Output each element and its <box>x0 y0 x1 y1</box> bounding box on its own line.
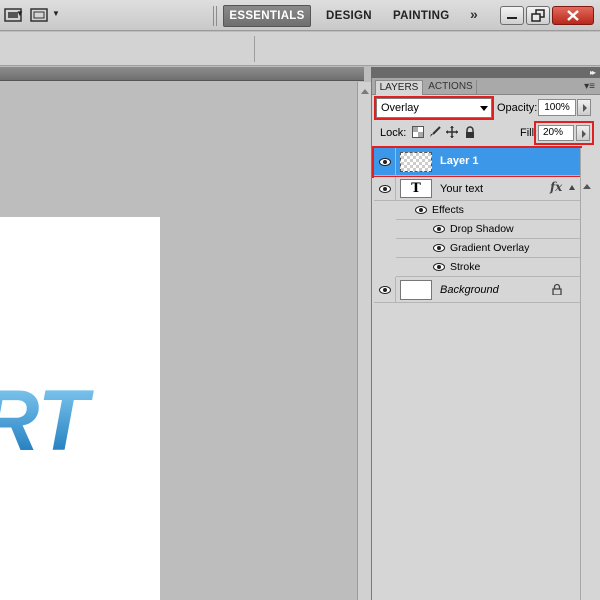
eye-icon[interactable] <box>433 225 445 233</box>
visibility-toggle[interactable] <box>374 148 396 175</box>
opacity-label: Opacity: <box>497 102 538 114</box>
layer-thumbnail[interactable] <box>400 280 432 300</box>
opacity-slider-button[interactable] <box>577 99 591 116</box>
collapse-effects-arrow-icon[interactable] <box>569 185 575 190</box>
lock-image-pixels-icon[interactable] <box>429 126 441 138</box>
minimize-button[interactable] <box>500 6 524 25</box>
layer-name[interactable]: Background <box>440 284 499 296</box>
layer-thumbnail[interactable] <box>400 152 432 172</box>
effects-label: Effects <box>432 204 464 216</box>
panel-menu-icon[interactable]: ▾≡ <box>584 81 595 92</box>
canvas-vertical-scrollbar[interactable] <box>357 82 371 600</box>
close-icon <box>567 10 579 21</box>
fill-control: 20% <box>534 121 594 145</box>
more-workspaces-icon[interactable]: » <box>470 6 478 22</box>
eye-icon <box>379 286 391 294</box>
opacity-input[interactable]: 100% <box>538 99 576 116</box>
text-layer-thumbnail[interactable]: T <box>400 179 432 198</box>
restore-button[interactable] <box>526 6 550 25</box>
screen-mode-icon[interactable] <box>30 7 48 23</box>
workspace-essentials-button[interactable]: ESSENTIALS <box>223 5 311 27</box>
tab-actions[interactable]: ACTIONS <box>425 80 477 95</box>
fx-icon[interactable]: fx <box>550 180 562 194</box>
eye-icon[interactable] <box>433 263 445 271</box>
layer-row-your-text[interactable]: T Your text fx <box>374 177 580 201</box>
visibility-toggle[interactable] <box>374 177 396 200</box>
layer-row-background[interactable]: Background <box>374 277 580 303</box>
restore-icon <box>531 9 545 22</box>
toolbar-separator <box>213 6 217 26</box>
eye-icon[interactable] <box>433 244 445 252</box>
effect-name: Stroke <box>450 261 481 273</box>
layers-list: Layer 1 T Your text fx Effects Drop Shad… <box>372 146 582 380</box>
blend-mode-value: Overlay <box>381 102 419 114</box>
effects-group-row[interactable]: Effects <box>396 201 580 220</box>
chevron-down-icon[interactable]: ▼ <box>16 9 24 18</box>
scroll-up-arrow-icon[interactable] <box>583 184 591 189</box>
effect-name: Drop Shadow <box>450 223 514 235</box>
layer-name[interactable]: Your text <box>440 183 483 195</box>
effect-row-gradient-overlay[interactable]: Gradient Overlay <box>396 239 580 258</box>
layer-row-layer-1[interactable]: Layer 1 <box>372 146 582 178</box>
blend-mode-select[interactable]: Overlay <box>374 96 494 120</box>
fill-input[interactable]: 20% <box>538 125 574 141</box>
fill-label: Fill: <box>520 127 538 139</box>
tab-layers[interactable]: LAYERS <box>375 80 423 95</box>
lock-icon <box>552 283 562 295</box>
eye-icon[interactable] <box>415 206 427 214</box>
eye-icon <box>379 185 391 193</box>
panel-tab-bar: LAYERS ACTIONS ▾≡ <box>372 78 600 95</box>
chevron-down-icon[interactable]: ▼ <box>52 9 60 18</box>
options-separator <box>254 36 255 62</box>
collapse-panels-icon[interactable]: ▸▸ <box>590 67 596 78</box>
lock-all-icon[interactable] <box>464 126 476 138</box>
visibility-toggle[interactable] <box>374 277 396 302</box>
effect-row-drop-shadow[interactable]: Drop Shadow <box>396 220 580 239</box>
options-bar <box>0 32 600 66</box>
lock-transparent-pixels-icon[interactable] <box>412 126 424 138</box>
layer-name[interactable]: Layer 1 <box>440 155 479 167</box>
scroll-up-arrow-icon[interactable] <box>361 89 369 94</box>
lock-position-icon[interactable] <box>446 126 458 138</box>
layers-scrollbar[interactable] <box>580 148 592 600</box>
application-bar: ▼ ▼ ESSENTIALS DESIGN PAINTING » <box>0 0 600 31</box>
panel-dock-header: ▸▸ <box>371 67 600 78</box>
lock-label: Lock: <box>380 127 407 139</box>
close-button[interactable] <box>552 6 594 25</box>
canvas-text-art[interactable]: RT <box>0 378 160 458</box>
eye-icon <box>379 158 391 166</box>
fill-slider-button[interactable] <box>576 125 590 141</box>
document-tab-bar[interactable] <box>0 67 364 81</box>
layers-panel: LAYERS ACTIONS ▾≡ Overlay Opacity: 100% … <box>371 78 600 600</box>
minimize-icon <box>507 17 517 19</box>
effect-name: Gradient Overlay <box>450 242 530 254</box>
chevron-down-icon <box>480 106 488 111</box>
workspace-painting-button[interactable]: PAINTING <box>393 5 450 27</box>
effect-row-stroke[interactable]: Stroke <box>396 258 580 277</box>
workspace-design-button[interactable]: DESIGN <box>326 5 372 27</box>
canvas-text: RT <box>0 378 94 458</box>
